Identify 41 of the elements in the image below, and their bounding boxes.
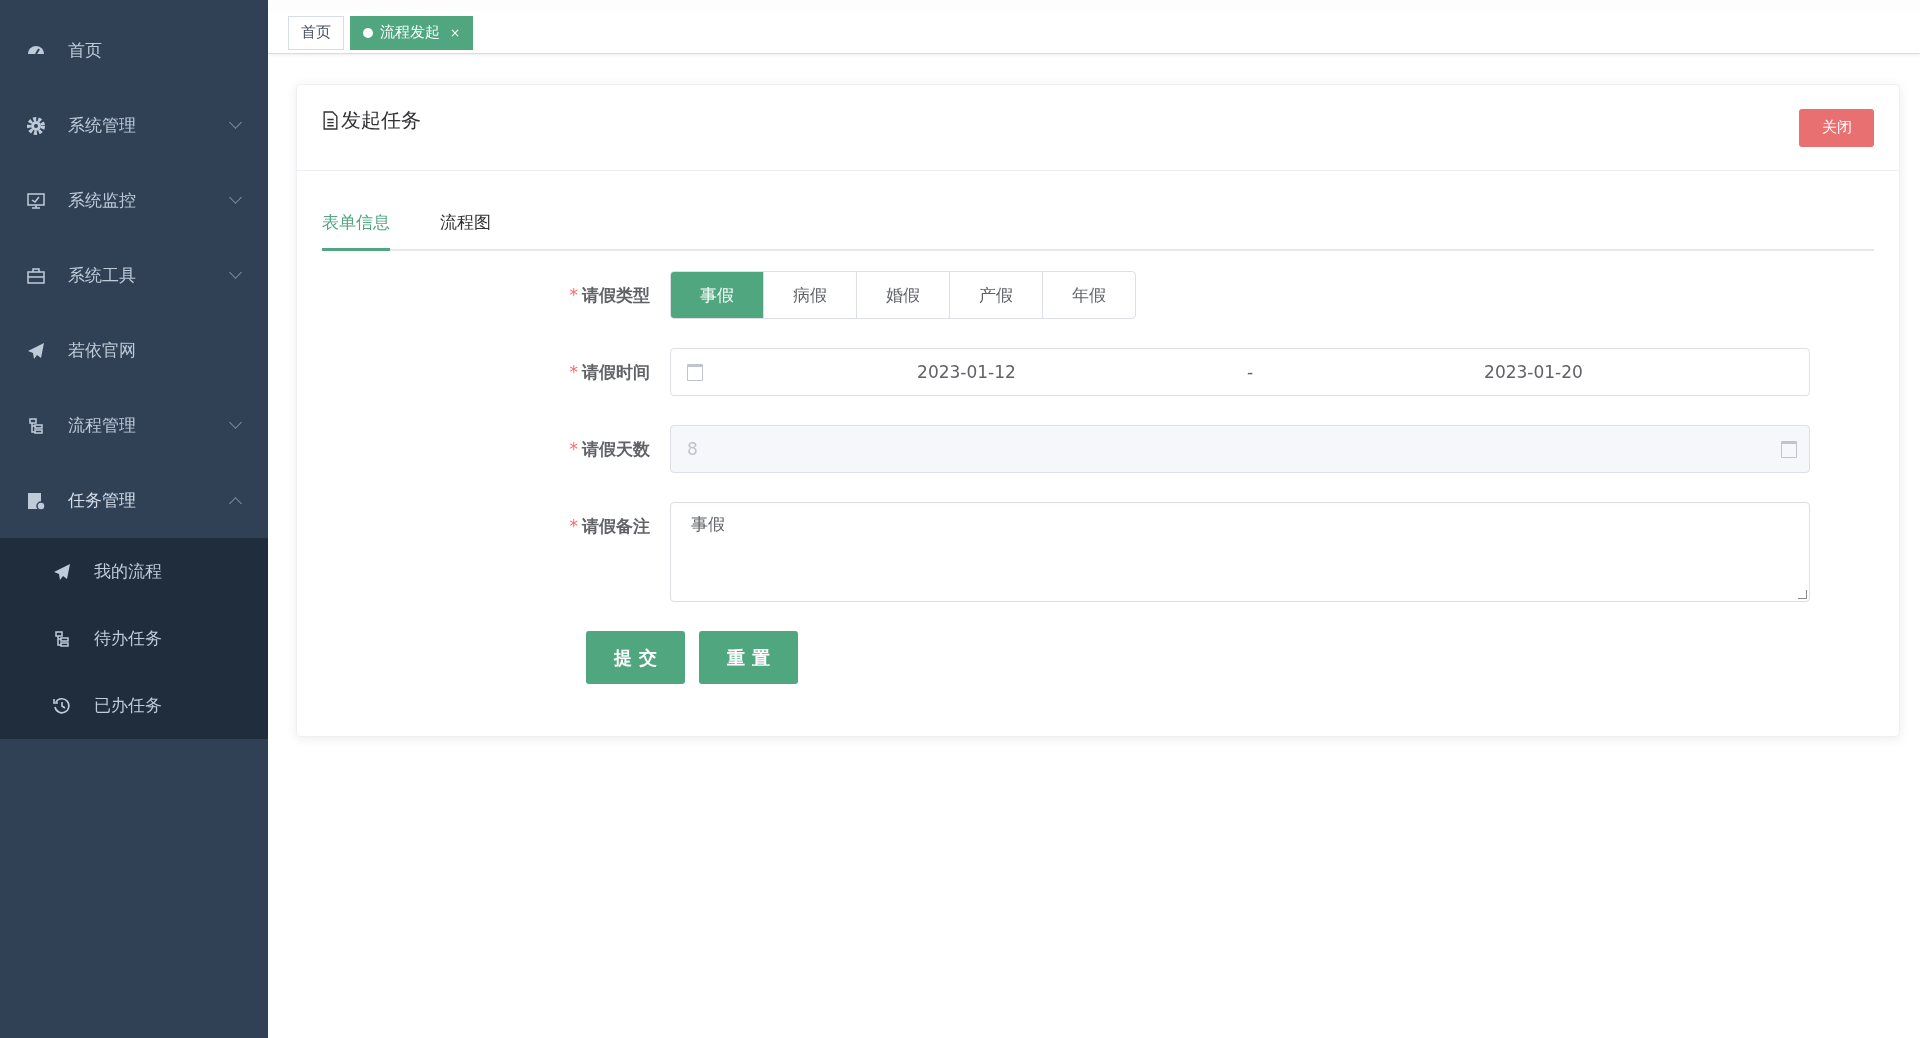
settings-icon: [26, 115, 46, 136]
tree-icon: [26, 415, 46, 436]
submenu-item[interactable]: 已办任务: [0, 672, 268, 739]
tab[interactable]: 流程图: [440, 201, 491, 251]
menu-item[interactable]: 流程管理: [0, 388, 268, 463]
document-icon: [26, 490, 46, 511]
submenu-item[interactable]: 待办任务: [0, 605, 268, 672]
history-icon: [52, 695, 72, 716]
date-range-field[interactable]: 2023-01-12 - 2023-01-20: [670, 348, 1810, 396]
required-mark: *: [569, 439, 578, 459]
tab[interactable]: 首页: [288, 15, 344, 50]
menu-item[interactable]: 系统管理: [0, 88, 268, 163]
document-icon: [322, 111, 339, 130]
calendar-icon: [687, 363, 703, 381]
required-mark: *: [569, 285, 578, 305]
submenu-item[interactable]: 我的流程: [0, 538, 268, 605]
field-label: 请假时间: [582, 362, 650, 382]
paper-plane-icon: [52, 561, 72, 582]
radio-button[interactable]: 产假: [949, 272, 1042, 318]
active-dot-icon: [363, 27, 373, 38]
field-label: 请假天数: [582, 439, 650, 459]
menu-item[interactable]: 首页: [0, 13, 268, 88]
text-area[interactable]: 事假: [670, 502, 1810, 602]
calendar-icon: [1781, 440, 1797, 458]
menu-item[interactable]: 任务管理: [0, 463, 268, 538]
required-mark: *: [569, 362, 578, 382]
radio-button[interactable]: 病假: [763, 272, 856, 318]
paper-plane-icon: [26, 340, 46, 361]
radio-button[interactable]: 婚假: [856, 272, 949, 318]
menu-item[interactable]: 系统监控: [0, 163, 268, 238]
field-label: 请假备注: [582, 516, 650, 536]
menu-item[interactable]: 系统工具: [0, 238, 268, 313]
monitor-icon: [26, 190, 46, 211]
menu-item[interactable]: 若依官网: [0, 313, 268, 388]
field-label: 请假类型: [582, 285, 650, 305]
radio-button[interactable]: 年假: [1042, 272, 1135, 318]
resize-handle-icon[interactable]: [1798, 590, 1807, 599]
toolbox-icon: [26, 265, 46, 286]
tree-icon: [52, 628, 72, 649]
card-title-text: 发起任务: [341, 107, 421, 134]
required-mark: *: [569, 516, 578, 536]
